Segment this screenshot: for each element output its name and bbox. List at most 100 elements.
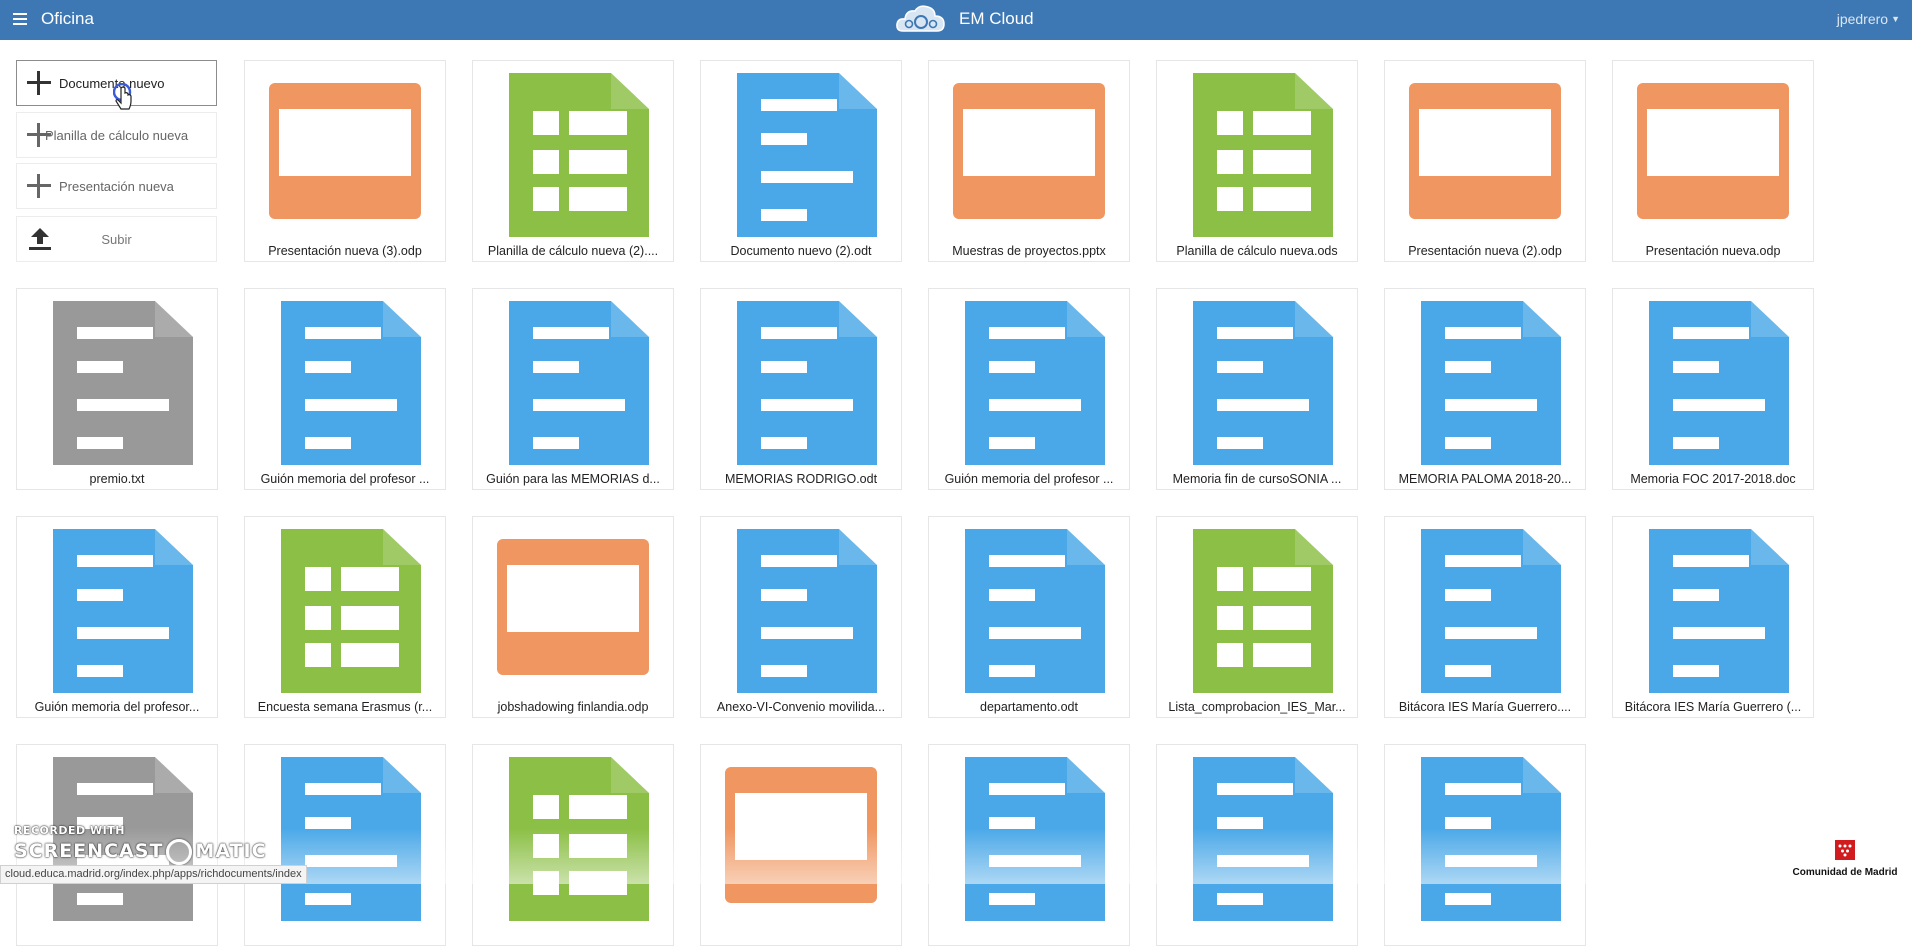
file-name: Presentación nueva.odp (1645, 244, 1781, 258)
text-file-icon (53, 301, 193, 465)
new-spreadsheet-label: Planilla de cálculo nueva (45, 128, 189, 143)
document-file-icon (281, 301, 421, 465)
document-file-icon (737, 301, 877, 465)
hand-cursor-icon (113, 83, 132, 110)
watermark-line2a: SCREENCAST (14, 840, 164, 862)
file-name: Guión memoria del profesor ... (260, 472, 430, 486)
new-presentation-label: Presentación nueva (59, 179, 174, 194)
file-tile-document[interactable]: Documento nuevo (2).odt (700, 60, 902, 262)
new-presentation-button[interactable]: Presentación nueva (16, 163, 217, 209)
spreadsheet-file-icon (509, 73, 649, 237)
file-tile-text[interactable]: premio.txt (16, 288, 218, 490)
file-tile-document[interactable]: Guión memoria del profesor ... (244, 288, 446, 490)
file-tile-document[interactable] (1384, 744, 1586, 946)
file-tile-spreadsheet[interactable] (472, 744, 674, 946)
watermark-line2b: MATIC (195, 840, 267, 862)
file-name: MEMORIA PALOMA 2018-20... (1398, 472, 1572, 486)
app-title[interactable]: Oficina (41, 9, 94, 29)
madrid-flag-icon (1835, 840, 1855, 860)
file-tile-spreadsheet[interactable]: Lista_comprobacion_IES_Mar... (1156, 516, 1358, 718)
brand-name: EM Cloud (959, 9, 1034, 28)
document-file-icon (1649, 529, 1789, 693)
presentation-file-icon (1409, 83, 1561, 219)
file-tile-document[interactable]: Memoria fin de cursoSONIA ... (1156, 288, 1358, 490)
file-tile-document[interactable]: Guión memoria del profesor ... (928, 288, 1130, 490)
watermark-line1: RECORDED WITH (14, 824, 125, 837)
file-tile-document[interactable]: MEMORIA PALOMA 2018-20... (1384, 288, 1586, 490)
file-name: Muestras de proyectos.pptx (952, 244, 1106, 258)
file-tile-document[interactable]: Bitácora IES María Guerrero (... (1612, 516, 1814, 718)
file-tile-document[interactable]: Anexo-VI-Convenio movilida... (700, 516, 902, 718)
document-file-icon (737, 529, 877, 693)
top-bar: Oficina EM Cloud jpedrero ▼ (0, 0, 1912, 40)
file-tile-presentation[interactable]: Presentación nueva (3).odp (244, 60, 446, 262)
upload-button[interactable]: Subir (16, 216, 217, 262)
presentation-file-icon (1637, 83, 1789, 219)
document-file-icon (1421, 529, 1561, 693)
document-file-icon (1193, 757, 1333, 921)
file-tile-document[interactable]: Bitácora IES María Guerrero.... (1384, 516, 1586, 718)
document-file-icon (1649, 301, 1789, 465)
file-name: Planilla de cálculo nueva.ods (1176, 244, 1338, 258)
file-tile-document[interactable] (928, 744, 1130, 946)
file-tile-spreadsheet[interactable]: Planilla de cálculo nueva.ods (1156, 60, 1358, 262)
file-name: Presentación nueva (3).odp (268, 244, 422, 258)
madrid-text: Comunidad de Madrid (1792, 867, 1898, 878)
spreadsheet-file-icon (1193, 529, 1333, 693)
document-file-icon (737, 73, 877, 237)
presentation-file-icon (725, 767, 877, 903)
spreadsheet-file-icon (281, 529, 421, 693)
status-url: cloud.educa.madrid.org/index.php/apps/ri… (0, 865, 307, 884)
file-name: Memoria fin de cursoSONIA ... (1172, 472, 1342, 486)
plus-icon (27, 71, 51, 95)
file-tile-document[interactable]: Memoria FOC 2017-2018.doc (1612, 288, 1814, 490)
document-file-icon (1421, 301, 1561, 465)
file-tile-document[interactable] (244, 744, 446, 946)
file-name: Planilla de cálculo nueva (2).... (487, 244, 659, 258)
document-file-icon (509, 301, 649, 465)
file-tile-presentation[interactable] (700, 744, 902, 946)
document-file-icon (965, 529, 1105, 693)
cloud-logo (896, 5, 945, 32)
file-name: Guión para las MEMORIAS d... (486, 472, 660, 486)
presentation-file-icon (497, 539, 649, 675)
file-name: departamento.odt (980, 700, 1078, 714)
file-tile-presentation[interactable]: Muestras de proyectos.pptx (928, 60, 1130, 262)
user-name: jpedrero (1836, 11, 1889, 27)
spreadsheet-file-icon (1193, 73, 1333, 237)
hamburger-icon[interactable] (13, 13, 27, 25)
screencast-watermark: RECORDED WITH SCREENCAST MATIC (14, 824, 267, 865)
new-document-label: Documento nuevo (59, 76, 165, 91)
file-tile-presentation[interactable]: jobshadowing finlandia.odp (472, 516, 674, 718)
brand[interactable]: EM Cloud (895, 4, 1034, 34)
file-tile-document[interactable]: departamento.odt (928, 516, 1130, 718)
file-tile-document[interactable] (1156, 744, 1358, 946)
document-file-icon (1421, 757, 1561, 921)
file-tile-spreadsheet[interactable]: Encuesta semana Erasmus (r... (244, 516, 446, 718)
user-menu[interactable]: jpedrero ▼ (1837, 11, 1900, 27)
file-tile-presentation[interactable]: Presentación nueva.odp (1612, 60, 1814, 262)
comunidad-madrid-logo: Comunidad de Madrid (1780, 840, 1910, 878)
document-file-icon (281, 757, 421, 921)
document-file-icon (53, 529, 193, 693)
file-name: Bitácora IES María Guerrero.... (1398, 700, 1572, 714)
file-name: Documento nuevo (2).odt (730, 244, 872, 258)
chevron-down-icon: ▼ (1891, 14, 1900, 24)
file-name: Guión memoria del profesor ... (944, 472, 1114, 486)
document-file-icon (965, 301, 1105, 465)
file-tile-spreadsheet[interactable]: Planilla de cálculo nueva (2).... (472, 60, 674, 262)
upload-label: Subir (101, 232, 132, 247)
file-tile-presentation[interactable]: Presentación nueva (2).odp (1384, 60, 1586, 262)
spreadsheet-file-icon (509, 757, 649, 921)
document-file-icon (965, 757, 1105, 921)
file-tile-document[interactable]: MEMORIAS RODRIGO.odt (700, 288, 902, 490)
file-name: MEMORIAS RODRIGO.odt (724, 472, 878, 486)
file-name: Encuesta semana Erasmus (r... (257, 700, 433, 714)
file-name: Memoria FOC 2017-2018.doc (1630, 472, 1796, 486)
screencast-logo-icon (166, 839, 193, 865)
file-tile-document[interactable]: Guión memoria del profesor... (16, 516, 218, 718)
new-spreadsheet-button[interactable]: Planilla de cálculo nueva (16, 112, 217, 158)
file-name: Guión memoria del profesor... (34, 700, 200, 714)
file-tile-document[interactable]: Guión para las MEMORIAS d... (472, 288, 674, 490)
file-name: Presentación nueva (2).odp (1408, 244, 1562, 258)
